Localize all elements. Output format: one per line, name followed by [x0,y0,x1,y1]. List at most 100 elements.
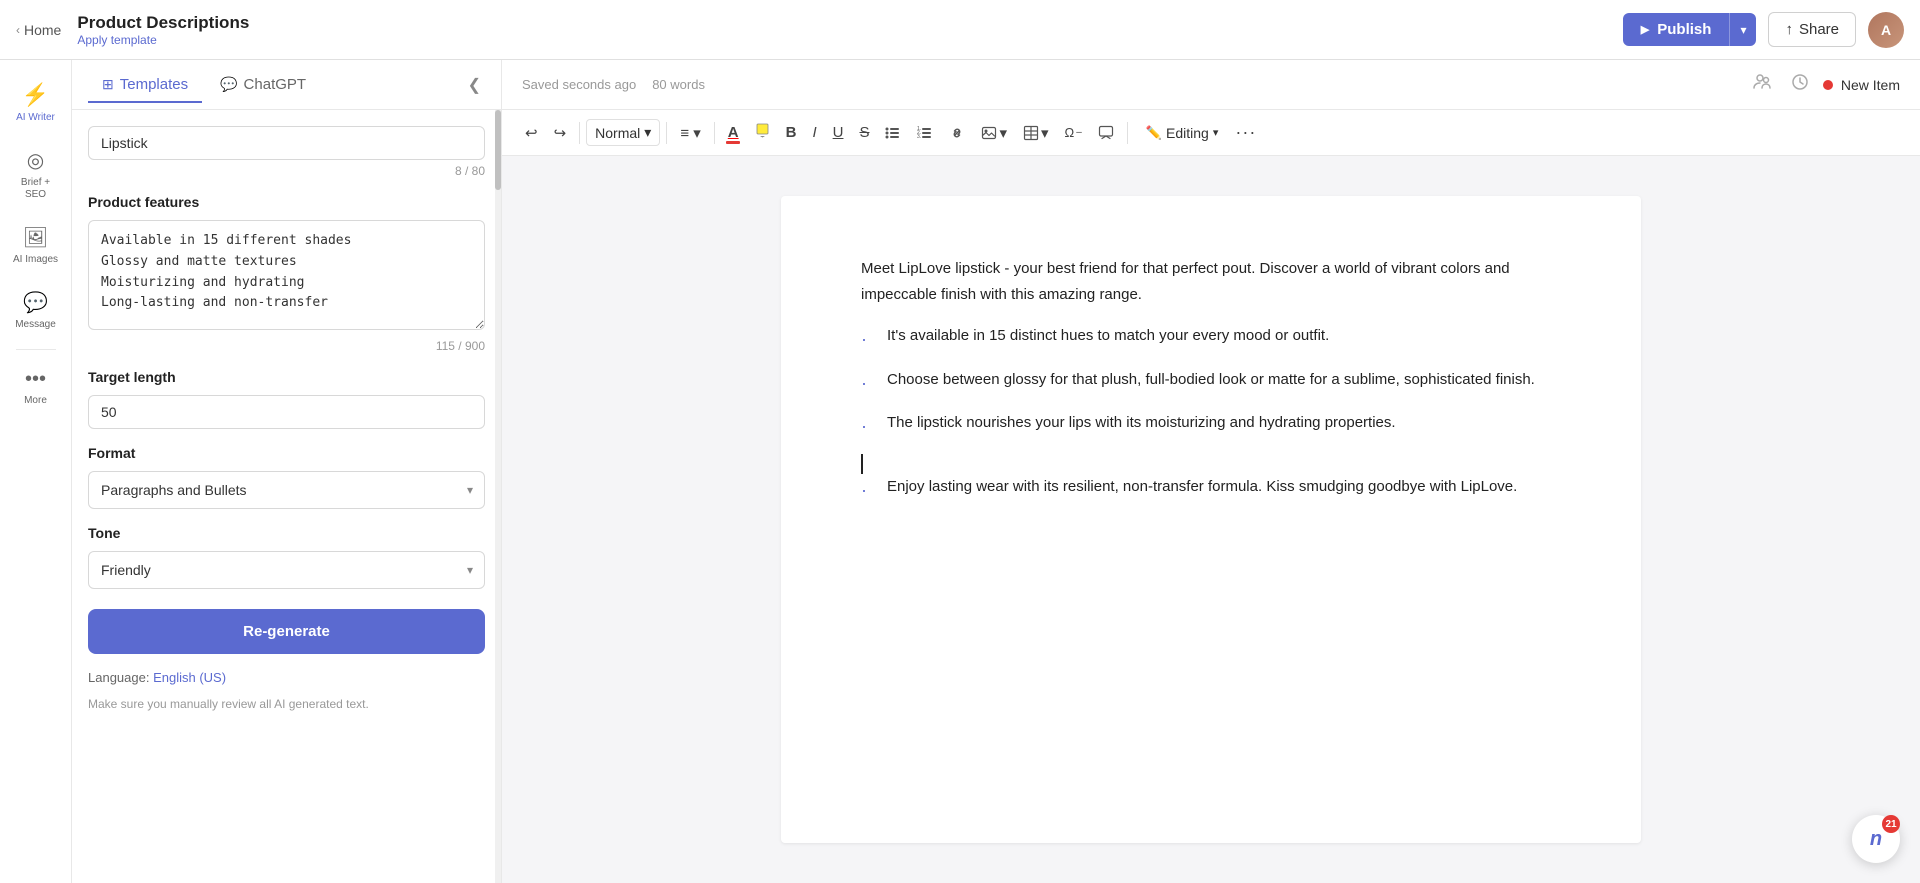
panel-content: 8 / 80 Product features Available in 15 … [72,110,501,883]
back-arrow-icon: ‹ [16,23,20,37]
disclaimer: Make sure you manually review all AI gen… [88,695,485,713]
bullet-item-1: · It's available in 15 distinct hues to … [861,323,1561,355]
top-bar: ‹ Home Product Descriptions Apply templa… [0,0,1920,60]
avatar[interactable]: A [1868,12,1904,48]
share-button[interactable]: ↑ Share [1768,12,1856,47]
bullet-marker-1: · [861,324,877,355]
new-item-button[interactable]: New Item [1823,77,1900,93]
sidebar-item-ai-writer[interactable]: ⚡ AI Writer [6,72,66,134]
numbered-list-button[interactable]: 1.2.3. [910,120,940,146]
bullet-text-2[interactable]: Choose between glossy for that plush, fu… [887,367,1535,393]
tab-chatgpt-label: ChatGPT [244,76,307,93]
sidebar-item-ai-images-label: AI Images [13,254,58,266]
sidebar-item-message[interactable]: 💬 Message [6,280,66,341]
highlight-icon [755,123,770,142]
top-bar-right: ▶ Publish ▾ ↑ Share A [1623,12,1904,48]
word-count: 80 words [652,77,705,92]
message-icon: 💬 [23,290,48,315]
regenerate-button[interactable]: Re-generate [88,609,485,654]
product-name-input[interactable] [88,126,485,160]
image-button[interactable]: ▾ [974,119,1014,147]
page-title: Product Descriptions [77,13,249,33]
editing-mode-label: Editing [1166,125,1209,141]
bold-button[interactable]: B [779,119,804,146]
main-area: ⚡ AI Writer ◎ Brief + SEO 🖼 AI Images 💬 … [0,60,1920,883]
editing-pencil-icon: ✏️ [1146,125,1162,141]
publish-group: ▶ Publish ▾ [1623,13,1757,46]
sidebar-item-ai-images[interactable]: 🖼 AI Images [6,215,66,276]
ai-images-icon: 🖼 [23,225,48,250]
home-label: Home [24,22,61,38]
tone-select-wrapper: Friendly Professional Casual Formal ▾ [88,551,485,589]
editor-content-wrapper[interactable]: Meet LipLove lipstick - your best friend… [502,156,1920,883]
tab-templates[interactable]: ⊞ Templates [88,68,202,103]
toolbar-divider-1 [579,122,580,144]
svg-text:3.: 3. [917,134,921,140]
home-link[interactable]: ‹ Home [16,22,61,38]
more-options-button[interactable]: ··· [1228,117,1263,148]
bullet-text-4[interactable]: Enjoy lasting wear with its resilient, n… [887,474,1517,500]
panel-collapse-button[interactable]: ❮ [464,71,485,99]
editor-area: Saved seconds ago 80 words New Item ↩ ↪ [502,60,1920,883]
special-chars-button[interactable]: Ω – [1058,120,1089,145]
strikethrough-button[interactable]: S [852,119,876,146]
text-style-dropdown[interactable]: Normal ▾ [586,119,660,146]
text-cursor [861,454,863,474]
collaborators-icon[interactable] [1747,69,1777,100]
format-label: Format [88,445,485,461]
header-icons: New Item [1747,69,1900,100]
language-info: Language: English (US) [88,670,485,685]
editing-mode-dropdown[interactable]: ✏️ Editing ▾ [1138,121,1227,145]
lightning-icon: ⚡ [22,82,49,108]
format-select[interactable]: Paragraphs and Bullets Paragraphs only B… [88,471,485,509]
sidebar-item-brief-seo[interactable]: ◎ Brief + SEO [6,138,66,211]
sidebar-item-message-label: Message [15,319,56,331]
publish-button[interactable]: ▶ Publish [1623,13,1730,46]
product-features-label: Product features [88,194,485,210]
bullet-marker-4: · [861,475,877,506]
editor-document[interactable]: Meet LipLove lipstick - your best friend… [781,196,1641,843]
editor-status: Saved seconds ago 80 words [522,77,705,92]
toolbar-divider-3 [714,122,715,144]
table-button[interactable]: ▾ [1016,119,1056,147]
templates-tab-icon: ⊞ [102,76,114,93]
redo-button[interactable]: ↪ [547,119,574,147]
bullet-item-3: · The lipstick nourishes your lips with … [861,410,1561,442]
text-color-button[interactable]: A [721,119,746,146]
new-item-dot [1823,80,1833,90]
bullet-list-button[interactable] [878,120,908,146]
italic-button[interactable]: I [805,119,823,146]
apply-template-link[interactable]: Apply template [77,33,249,47]
tone-select[interactable]: Friendly Professional Casual Formal [88,551,485,589]
more-icon: ••• [25,368,46,391]
bullet-item-2: · Choose between glossy for that plush, … [861,367,1561,399]
link-button[interactable] [942,120,972,146]
panel-scroll-thumb[interactable] [495,110,501,190]
share-icon: ↑ [1785,21,1793,38]
underline-button[interactable]: U [826,119,851,146]
panel-sidebar: ⊞ Templates 💬 ChatGPT ❮ 8 / 80 Product f… [72,60,502,883]
history-icon[interactable] [1785,69,1815,100]
sidebar-item-brief-seo-label: Brief + SEO [12,177,60,201]
text-align-button[interactable]: ≡ ▾ [673,119,707,147]
bullet-text-1[interactable]: It's available in 15 distinct hues to ma… [887,323,1329,349]
language-label: Language: [88,670,149,685]
comment-button[interactable] [1091,120,1121,146]
publish-dropdown-button[interactable]: ▾ [1729,13,1756,46]
target-length-input[interactable] [88,395,485,429]
bullet-marker-2: · [861,368,877,399]
page-title-block: Product Descriptions Apply template [77,13,249,47]
icon-sidebar: ⚡ AI Writer ◎ Brief + SEO 🖼 AI Images 💬 … [0,60,72,883]
editing-dropdown-arrow-icon: ▾ [1213,126,1219,139]
tab-chatgpt[interactable]: 💬 ChatGPT [206,68,320,103]
sidebar-item-more[interactable]: ••• More [6,358,66,417]
text-style-label: Normal [595,125,640,141]
undo-button[interactable]: ↩ [518,119,545,147]
editor-intro-paragraph[interactable]: Meet LipLove lipstick - your best friend… [861,256,1561,307]
language-value[interactable]: English (US) [153,670,226,685]
notification-badge: 21 [1882,815,1900,833]
product-features-textarea[interactable]: Available in 15 different shades Glossy … [88,220,485,330]
highlight-button[interactable] [748,118,777,147]
floating-notification[interactable]: n 21 [1852,815,1900,863]
bullet-text-3[interactable]: The lipstick nourishes your lips with it… [887,410,1396,436]
